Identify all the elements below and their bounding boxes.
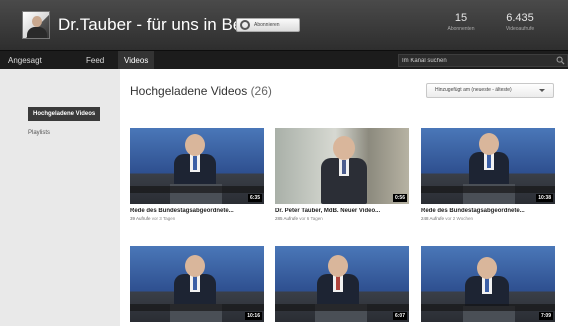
section-title: Hochgeladene Videos (26): [130, 84, 272, 98]
video-age: vor 3 Tagen: [151, 216, 176, 221]
main-content: Hochgeladene Videos (26) Hinzugefügt am …: [120, 69, 568, 326]
tab-angesagt[interactable]: Angesagt: [2, 51, 48, 70]
video-duration: 6:35: [247, 194, 262, 202]
view-count-value: 6.435: [506, 12, 534, 24]
section-count: (26): [250, 84, 272, 98]
view-count-label: Videoaufrufe: [505, 26, 535, 32]
video-duration: 0:56: [392, 194, 407, 202]
video-duration: 10:16: [245, 312, 262, 320]
video-views: 285 Aufrufe: [275, 216, 299, 221]
video-thumbnail[interactable]: 0:56: [275, 128, 409, 204]
video-views: 248 Aufrufe: [421, 216, 445, 221]
channel-header: Dr.Tauber - für uns in Berlin Abonnieren…: [0, 0, 568, 50]
video-age: vor 6 Tagen: [299, 216, 323, 221]
sort-dropdown[interactable]: Hinzugefügt am (neueste - älteste): [426, 83, 554, 98]
sort-label: Hinzugefügt am (neueste - älteste): [435, 87, 512, 93]
channel-nav: Angesagt Feed Videos: [0, 50, 568, 70]
video-card[interactable]: 7:09: [421, 246, 555, 322]
video-thumbnail[interactable]: 10:38: [421, 128, 555, 204]
subscribe-icon: [240, 20, 250, 30]
chevron-down-icon: [539, 89, 545, 92]
video-title[interactable]: Dr. Peter Tauber, MdB. Neuer Video...: [275, 208, 409, 214]
sidebar: Hochgeladene Videos Playlists: [0, 69, 120, 326]
video-meta: 285 Aufrufe vor 6 Tagen: [275, 216, 409, 221]
video-title[interactable]: Rede des Bundestagsabgeordnete...: [130, 208, 264, 214]
channel-avatar[interactable]: [22, 11, 50, 39]
video-duration: 7:09: [538, 312, 553, 320]
video-meta: 248 Aufrufe vor 2 Wochen: [421, 216, 555, 221]
video-thumbnail[interactable]: 10:16: [130, 246, 264, 322]
video-card[interactable]: 10:38 Rede des Bundestagsabgeordnete... …: [421, 128, 555, 221]
video-card[interactable]: 6:35 Rede des Bundestagsabgeordnete... 3…: [130, 128, 264, 221]
video-thumbnail[interactable]: 6:07: [275, 246, 409, 322]
video-duration: 6:07: [392, 312, 407, 320]
video-duration: 10:38: [536, 194, 553, 202]
video-card[interactable]: 0:56 Dr. Peter Tauber, MdB. Neuer Video.…: [275, 128, 409, 221]
subscriber-count: 15 Abonnenten: [446, 12, 476, 32]
channel-search-input[interactable]: [402, 55, 552, 66]
view-count: 6.435 Videoaufrufe: [500, 12, 540, 32]
subscriber-count-value: 15: [454, 12, 468, 24]
search-icon[interactable]: [556, 56, 565, 65]
video-views: 39 Aufrufe: [130, 216, 151, 221]
tab-videos[interactable]: Videos: [118, 51, 155, 70]
subscribe-button[interactable]: Abonnieren: [236, 18, 300, 32]
sidebar-item-playlists[interactable]: Playlists: [28, 130, 50, 136]
video-card[interactable]: 6:07: [275, 246, 409, 322]
subscriber-count-label: Abonnenten: [447, 26, 475, 32]
video-age: vor 2 Wochen: [445, 216, 473, 221]
channel-search: [398, 54, 568, 67]
video-card[interactable]: 10:16: [130, 246, 264, 322]
section-title-text: Hochgeladene Videos: [130, 84, 248, 98]
sidebar-item-uploads[interactable]: Hochgeladene Videos: [28, 107, 101, 121]
video-thumbnail[interactable]: 6:35: [130, 128, 264, 204]
video-title[interactable]: Rede des Bundestagsabgeordnete...: [421, 208, 555, 214]
subscribe-label: Abonnieren: [254, 22, 280, 28]
video-meta: 39 Aufrufe vor 3 Tagen: [130, 216, 264, 221]
video-thumbnail[interactable]: 7:09: [421, 246, 555, 322]
tab-feed[interactable]: Feed: [80, 51, 110, 70]
channel-title[interactable]: Dr.Tauber - für uns in Berlin: [58, 15, 265, 35]
